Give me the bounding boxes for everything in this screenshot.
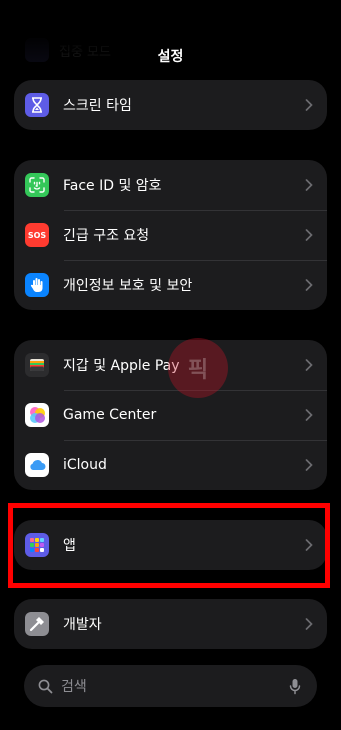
page-title: 설정 — [157, 49, 184, 65]
chevron-right-icon — [305, 459, 313, 471]
chevron-right-icon — [305, 99, 313, 111]
settings-row-game-center[interactable]: Game Center — [14, 390, 327, 440]
settings-row-label: Game Center — [63, 407, 157, 423]
cellular-signal-icon — [244, 12, 263, 24]
game-center-icon — [25, 403, 49, 427]
settings-row-icloud[interactable]: iCloud — [14, 440, 327, 490]
settings-row-label: 긴급 구조 요청 — [63, 228, 150, 244]
icloud-icon — [25, 453, 49, 477]
settings-row-developer[interactable]: 개발자 — [14, 599, 327, 649]
highlight-box — [8, 503, 330, 588]
chevron-right-icon — [305, 279, 313, 291]
sos-icon: SOS — [25, 223, 49, 247]
settings-row-label: 개발자 — [63, 617, 102, 633]
settings-row-screen-time[interactable]: 스크린 타임 — [14, 80, 327, 130]
face-id-icon — [25, 173, 49, 197]
settings-group-security: Face ID 및 암호 SOS 긴급 구조 요청 개인정보 보호 및 보안 — [14, 160, 327, 310]
battery-icon: 40 — [288, 10, 313, 22]
hourglass-icon — [25, 93, 49, 117]
microphone-icon[interactable] — [289, 678, 301, 695]
chevron-right-icon — [305, 618, 313, 630]
status-bar: 7:31 40 — [0, 0, 341, 34]
chevron-right-icon — [305, 179, 313, 191]
search-icon — [38, 679, 53, 693]
search-bar[interactable]: 검색 — [24, 665, 317, 707]
settings-row-face-id[interactable]: Face ID 및 암호 — [14, 160, 327, 210]
settings-row-label: 개인정보 보호 및 보안 — [63, 278, 193, 294]
settings-row-label: iCloud — [63, 457, 107, 473]
watermark-logo: 픽 — [168, 338, 228, 398]
settings-row-label: Face ID 및 암호 — [63, 178, 162, 194]
settings-group-screen-time: 스크린 타임 — [14, 80, 327, 130]
settings-row-privacy-security[interactable]: 개인정보 보호 및 보안 — [14, 260, 327, 310]
settings-group-developer: 개발자 — [14, 599, 327, 649]
chevron-right-icon — [305, 359, 313, 371]
chevron-right-icon — [305, 409, 313, 421]
hammer-icon — [25, 612, 49, 636]
settings-row-emergency-sos[interactable]: SOS 긴급 구조 요청 — [14, 210, 327, 260]
hand-icon — [25, 273, 49, 297]
settings-row-label: 스크린 타임 — [63, 98, 132, 114]
status-time: 7:31 — [46, 8, 85, 26]
search-input[interactable]: 검색 — [61, 676, 289, 696]
wifi-icon — [267, 10, 284, 23]
wallet-icon — [25, 353, 49, 377]
chevron-right-icon — [305, 229, 313, 241]
